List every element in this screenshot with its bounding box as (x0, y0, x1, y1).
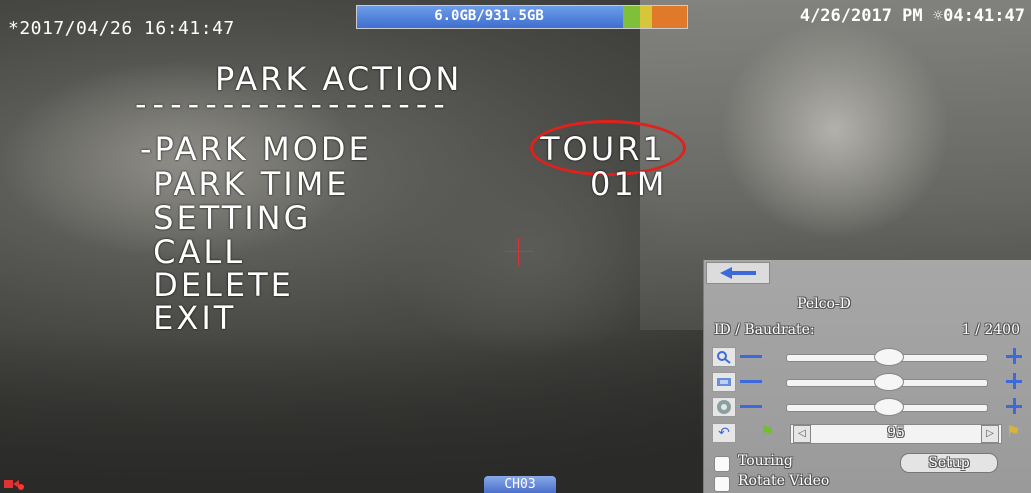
zoom-plus-button[interactable] (1006, 348, 1022, 364)
back-button[interactable] (706, 262, 770, 284)
rotate-video-label: Rotate Video (738, 473, 830, 489)
menu-item-exit[interactable]: EXIT (140, 299, 236, 337)
focus-icon (712, 372, 736, 392)
hdd-usage-label: 6.0GB/931.5GB (434, 8, 544, 24)
menu-item-park-time[interactable]: PARK TIME (140, 165, 350, 203)
preset-next-button[interactable]: ▷ (981, 425, 999, 443)
arrow-left-icon (720, 267, 756, 279)
preset-value: 95 (887, 425, 905, 441)
park-time-value[interactable]: 01M (590, 165, 667, 203)
focus-slider[interactable] (712, 371, 1028, 393)
return-icon[interactable]: ↶ (712, 423, 736, 443)
channel-tag[interactable]: CH03 (484, 476, 556, 493)
preset-row: ↶ ⚑ 95 ◁ ▷ ⚑ (712, 422, 1028, 444)
flag-add-icon[interactable]: ⚑ (1006, 422, 1020, 441)
id-baud-value: 1 / 2400 (961, 322, 1020, 338)
zoom-knob[interactable] (874, 348, 904, 366)
zoom-minus-button[interactable] (740, 355, 762, 358)
zoom-icon (712, 347, 736, 367)
menu-item-setting[interactable]: SETTING (140, 199, 311, 237)
iris-slider[interactable] (712, 396, 1028, 418)
crosshair-icon (505, 251, 533, 252)
flag-icon[interactable]: ⚑ (760, 422, 774, 441)
touring-checkbox[interactable] (714, 456, 730, 472)
menu-item-park-mode[interactable]: -PARK MODE (140, 130, 372, 168)
setup-button[interactable]: Setup (900, 453, 998, 473)
protocol-label: Pelco-D (797, 296, 851, 312)
preset-prev-button[interactable]: ◁ (793, 425, 811, 443)
crosshair-icon (518, 238, 519, 266)
iris-icon (712, 397, 736, 417)
menu-divider: ------------------ (135, 85, 451, 123)
datetime-right: 4/26/2017 PM ☼04:41:47 (799, 6, 1025, 26)
record-camera-icon (4, 480, 24, 490)
touring-label: Touring (738, 453, 793, 469)
focus-minus-button[interactable] (740, 380, 762, 383)
ptz-panel: Pelco-D ID / Baudrate: 1 / 2400 ↶ ⚑ 95 ◁… (703, 260, 1031, 493)
timestamp-left: *2017/04/26 16:41:47 (8, 18, 235, 39)
iris-plus-button[interactable] (1006, 398, 1022, 414)
iris-knob[interactable] (874, 398, 904, 416)
id-baud-label: ID / Baudrate: (714, 322, 815, 338)
preset-selector[interactable]: 95 ◁ ▷ (790, 424, 1002, 444)
rotate-video-checkbox[interactable] (714, 476, 730, 492)
zoom-slider[interactable] (712, 346, 1028, 368)
iris-minus-button[interactable] (740, 405, 762, 408)
focus-plus-button[interactable] (1006, 373, 1022, 389)
focus-knob[interactable] (874, 373, 904, 391)
